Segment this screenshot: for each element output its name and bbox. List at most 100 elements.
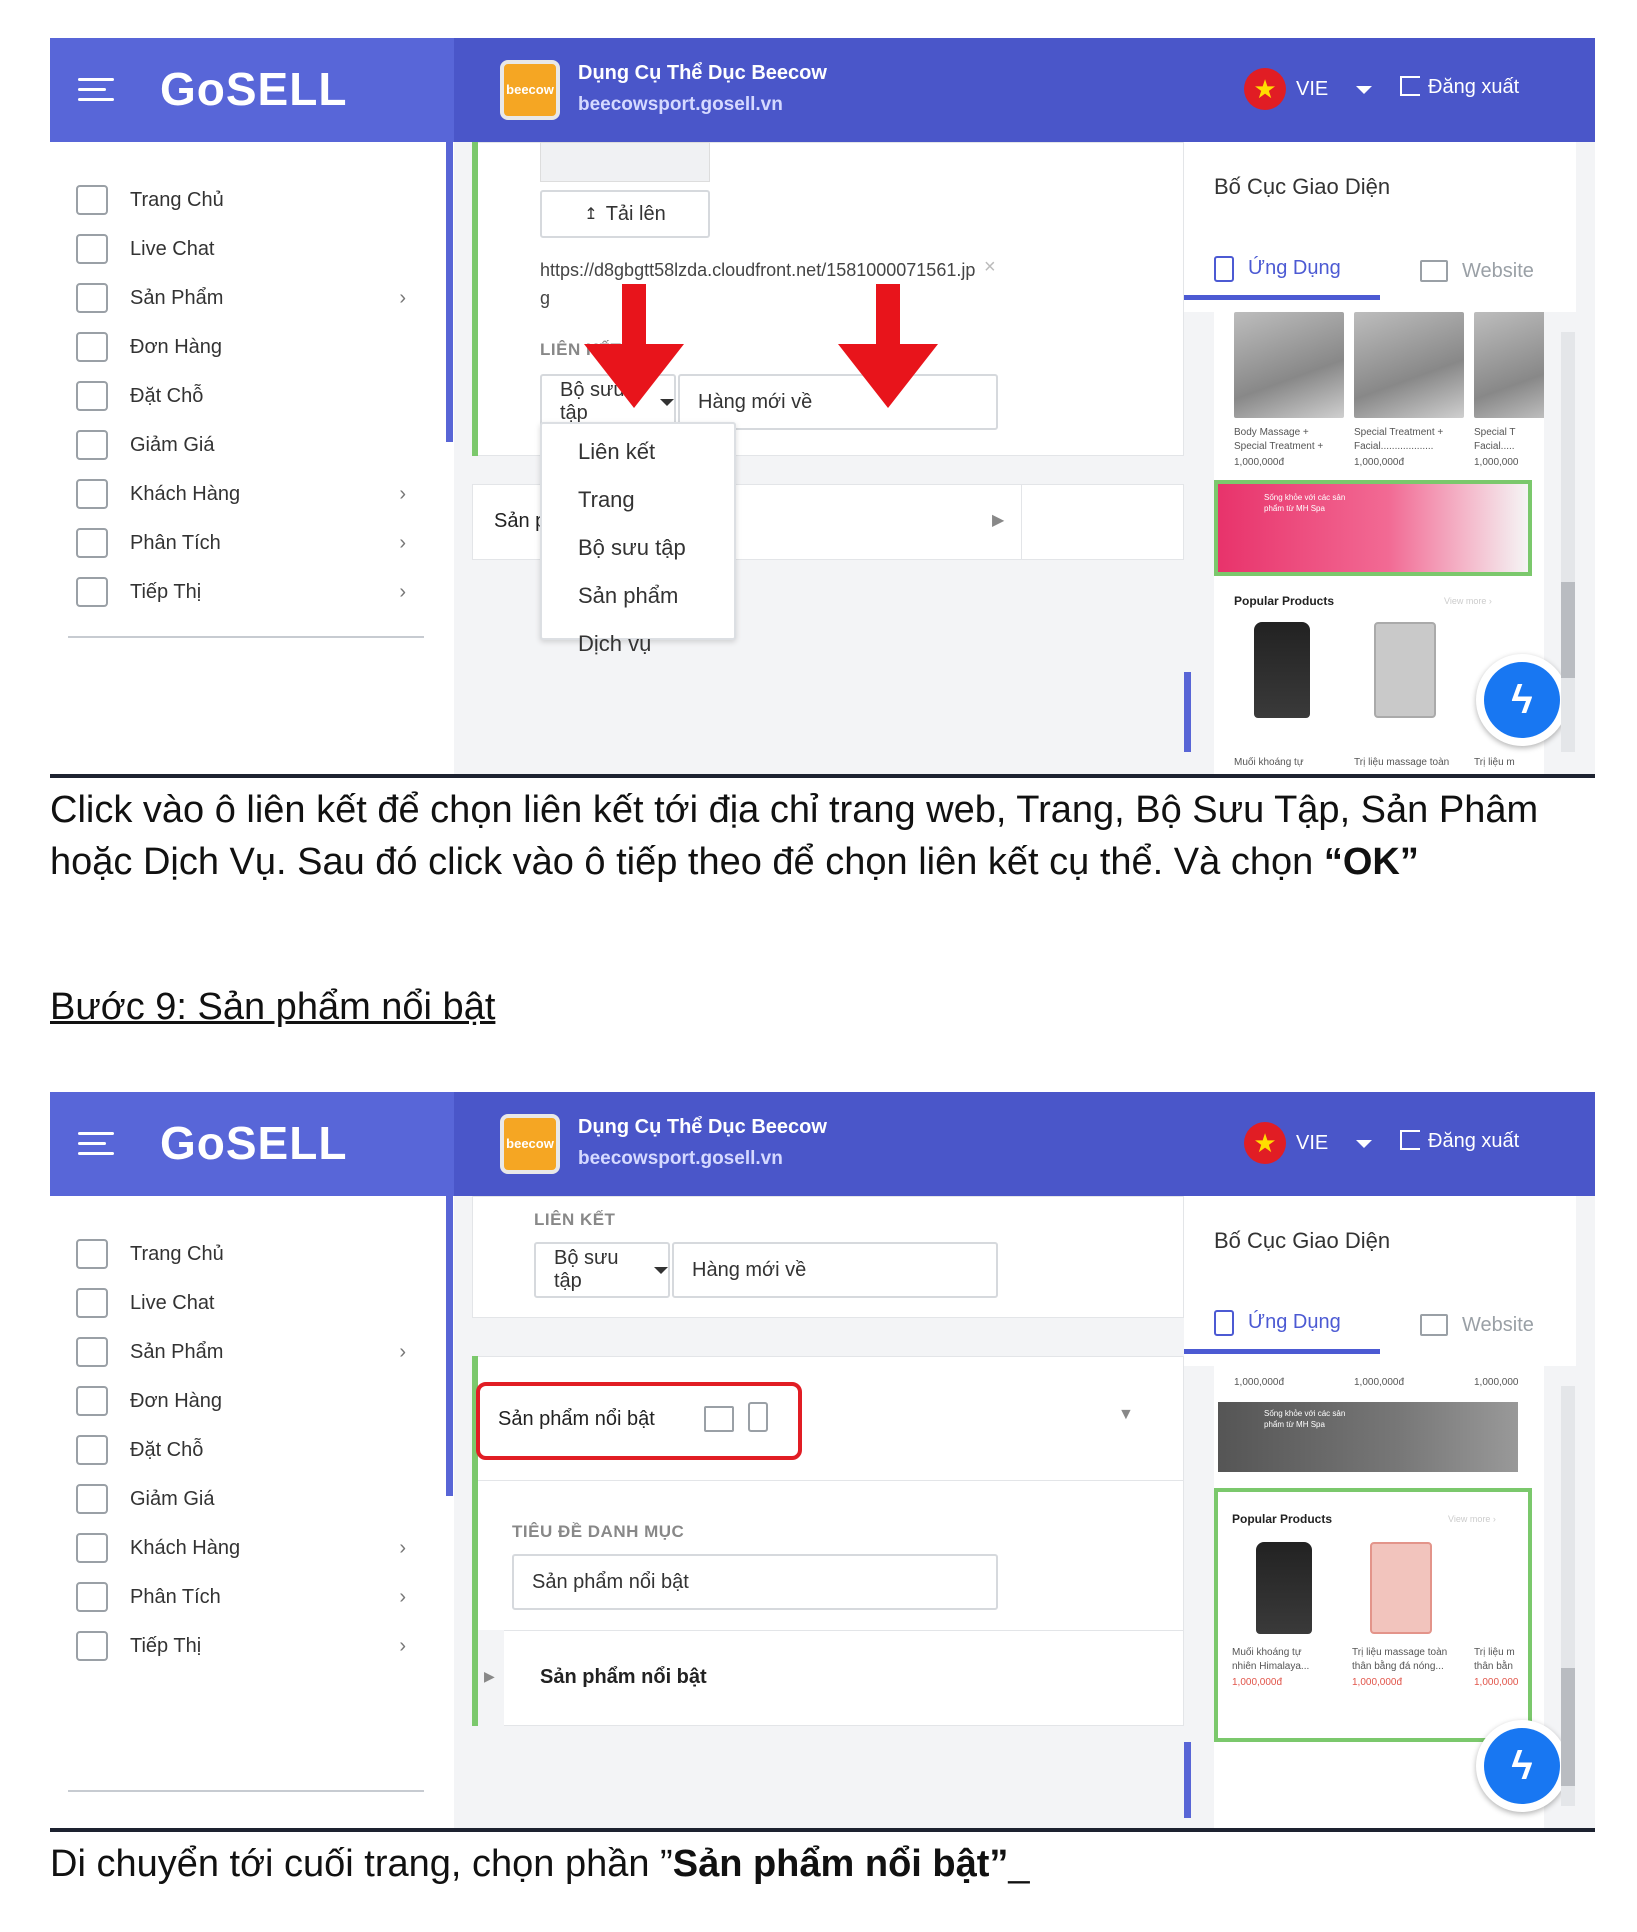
messenger-button[interactable]: ϟ	[1476, 1720, 1568, 1812]
remove-url-icon[interactable]: ×	[984, 256, 996, 279]
link-option-product[interactable]: Sản phẩm	[542, 572, 734, 620]
sidebar-item-home[interactable]: Trang Chủ	[76, 180, 406, 220]
sidebar-item-label: Sản Phẩm	[130, 1340, 224, 1363]
tab-app[interactable]: Ứng Dụng	[1184, 242, 1380, 300]
tag-icon	[76, 283, 108, 313]
link-type-select[interactable]: Bộ sưu tập	[534, 1242, 670, 1298]
logout-button[interactable]: Đăng xuất	[1400, 1130, 1519, 1153]
category-title-input[interactable]: Sản phẩm nổi bật	[512, 1554, 998, 1610]
sidebar-item-label: Tiếp Thị	[130, 580, 202, 603]
product-name: Special Treatment +	[1354, 427, 1444, 438]
product-price: 1,000,000	[1474, 1677, 1519, 1688]
home-icon	[76, 185, 108, 215]
product-price: 1,000,000đ	[1352, 1677, 1403, 1688]
product-name: Trị liệu massage toàn	[1354, 757, 1450, 768]
sidebar-item-products[interactable]: Sản Phẩm ›	[76, 1332, 406, 1372]
product-price: 1,000,000	[1474, 457, 1519, 468]
chart-icon	[76, 528, 108, 558]
salt-pack-image	[1370, 1542, 1432, 1634]
preview-scroll-thumb[interactable]	[1561, 582, 1575, 678]
sidebar-item-orders[interactable]: Đơn Hàng	[76, 327, 406, 367]
promo-banner[interactable]: Sống khỏe với các sản phẩm từ MH Spa	[1214, 480, 1532, 576]
messenger-button[interactable]: ϟ	[1476, 654, 1568, 746]
layout-panel-header: Bố Cục Giao Diện Ứng Dụng Website	[1184, 1196, 1576, 1366]
language-selector[interactable]: VIE	[1296, 1132, 1328, 1155]
sidebar-item-customers[interactable]: Khách Hàng ›	[76, 1528, 406, 1568]
sidebar-item-live-chat[interactable]: Live Chat	[76, 1283, 406, 1323]
chevron-down-icon[interactable]	[1356, 86, 1372, 94]
sidebar-item-label: Đơn Hàng	[130, 1389, 223, 1412]
link-option-url[interactable]: Liên kết	[542, 428, 734, 476]
layout-panel-title: Bố Cục Giao Diện	[1214, 1228, 1391, 1253]
product-name: Facial...................	[1354, 441, 1434, 452]
collapsed-section-card-tail[interactable]	[1022, 484, 1184, 560]
sidebar-item-label: Đặt Chỗ	[130, 1438, 204, 1461]
sub-section-title[interactable]: Sản phẩm nổi bật	[540, 1666, 707, 1689]
store-url: beecowsport.gosell.vn	[578, 94, 783, 115]
top-bar: GoSELL beecow Dụng Cụ Thể Dục Beecow bee…	[50, 1092, 1595, 1196]
product-name: Muối khoáng tự	[1232, 1647, 1302, 1658]
chevron-right-icon: ›	[399, 286, 406, 309]
view-more-link[interactable]: View more ›	[1444, 596, 1492, 606]
sidebar-item-orders[interactable]: Đơn Hàng	[76, 1381, 406, 1421]
logout-button[interactable]: Đăng xuất	[1400, 76, 1519, 99]
popular-products-title: Popular Products	[1234, 594, 1335, 608]
tab-website[interactable]: Website	[1420, 1296, 1534, 1354]
preview-scrollbar[interactable]	[1561, 332, 1575, 752]
image-url-wrap: g	[540, 288, 551, 308]
product-name: Facial.....	[1474, 441, 1515, 452]
sidebar-item-discounts[interactable]: Giảm Giá	[76, 1479, 406, 1519]
link-target-select[interactable]: Hàng mới về	[672, 1242, 998, 1298]
promo-banner[interactable]: Sống khỏe với các sản phẩm từ MH Spa	[1218, 1402, 1518, 1472]
expand-icon[interactable]: ▶	[484, 1668, 495, 1685]
layout-panel: Bố Cục Giao Diện Ứng Dụng Website 1,000,…	[1184, 1196, 1595, 1828]
language-selector[interactable]: VIE	[1296, 78, 1328, 101]
bulb-icon	[76, 1631, 108, 1661]
sidebar-item-analytics[interactable]: Phân Tích ›	[76, 1577, 406, 1617]
product-name: Trị liệu m	[1474, 1647, 1515, 1658]
hamburger-menu-icon[interactable]	[78, 78, 114, 104]
product-name: Body Massage +	[1234, 427, 1309, 438]
sidebar-item-home[interactable]: Trang Chủ	[76, 1234, 406, 1274]
sidebar-item-booking[interactable]: Đặt Chỗ	[76, 1430, 406, 1470]
upload-button[interactable]: ↥ Tải lên	[540, 190, 710, 238]
link-option-collection[interactable]: Bộ sưu tập	[542, 524, 734, 572]
popular-products-block[interactable]: Popular Products View more › Muối khoáng…	[1214, 1488, 1532, 1742]
sidebar-item-products[interactable]: Sản Phẩm ›	[76, 278, 406, 318]
caption-1-line-2: hoặc Dịch Vụ. Sau đó click vào ô tiếp th…	[50, 836, 1610, 888]
hamburger-menu-icon[interactable]	[78, 1132, 114, 1158]
receipt-icon	[76, 1386, 108, 1416]
sidebar-item-customers[interactable]: Khách Hàng ›	[76, 474, 406, 514]
tab-app[interactable]: Ứng Dụng	[1184, 1296, 1380, 1354]
sidebar-item-marketing[interactable]: Tiếp Thị ›	[76, 1626, 406, 1666]
product-price: 1,000,000đ	[1354, 1377, 1405, 1388]
caption-1-text: hoặc Dịch Vụ. Sau đó click vào ô tiếp th…	[50, 841, 1324, 883]
preview-scroll-thumb[interactable]	[1561, 1668, 1575, 1786]
vietnam-flag-icon[interactable]: ★	[1244, 68, 1286, 110]
preview-rail	[1184, 672, 1191, 752]
sidebar-item-label: Trang Chủ	[130, 1242, 224, 1265]
link-option-service[interactable]: Dịch vụ	[542, 620, 734, 668]
caption-2: Di chuyển tới cuối trang, chọn phần ”Sản…	[50, 1838, 1610, 1890]
tab-website[interactable]: Website	[1420, 242, 1534, 300]
phone-icon	[1214, 1309, 1234, 1336]
caret-down-icon	[654, 1266, 668, 1274]
chevron-right-icon: ›	[399, 1585, 406, 1608]
sidebar-scroll-rail	[446, 1196, 453, 1496]
sidebar-item-booking[interactable]: Đặt Chỗ	[76, 376, 406, 416]
sidebar-item-marketing[interactable]: Tiếp Thị ›	[76, 572, 406, 612]
collapse-icon[interactable]: ▼	[1118, 1406, 1134, 1424]
calendar-check-icon	[76, 381, 108, 411]
logout-icon	[1400, 76, 1420, 96]
product-name: Special Treatment +	[1234, 441, 1324, 452]
link-option-page[interactable]: Trang	[542, 476, 734, 524]
preview-rail	[1184, 1742, 1191, 1818]
sidebar-item-discounts[interactable]: Giảm Giá	[76, 425, 406, 465]
expand-icon[interactable]: ▶	[992, 510, 1004, 530]
sidebar-item-live-chat[interactable]: Live Chat	[76, 229, 406, 269]
chevron-down-icon[interactable]	[1356, 1140, 1372, 1148]
sidebar-item-analytics[interactable]: Phân Tích ›	[76, 523, 406, 563]
vietnam-flag-icon[interactable]: ★	[1244, 1122, 1286, 1164]
step-heading: Bước 9: Sản phẩm nổi bật	[50, 986, 496, 1028]
view-more-link[interactable]: View more ›	[1448, 1514, 1496, 1524]
